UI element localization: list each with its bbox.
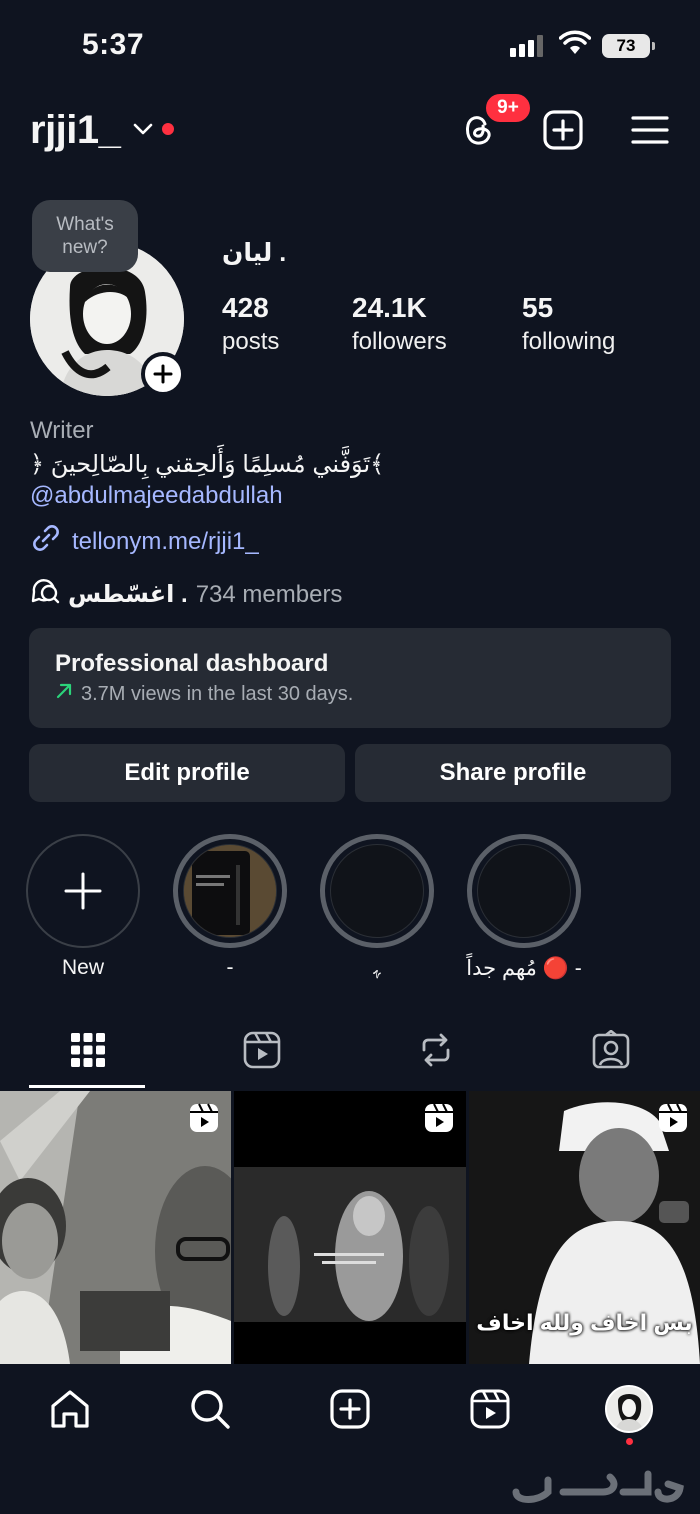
nav-reels-icon[interactable] <box>468 1387 512 1431</box>
tab-reels[interactable] <box>240 1028 284 1072</box>
reel-indicator-icon <box>189 1103 219 1138</box>
add-story-icon[interactable] <box>141 352 185 396</box>
status-time: 5:37 <box>82 28 145 61</box>
tab-tagged[interactable] <box>589 1028 633 1072</box>
active-tab-indicator <box>29 1085 145 1088</box>
link-icon <box>30 522 62 561</box>
trend-up-icon <box>55 682 73 706</box>
highlight-item[interactable] <box>320 834 434 948</box>
dashboard-subtitle: 3.7M views in the last 30 days. <box>81 682 354 705</box>
profile-link[interactable]: tellonym.me/rjji1_ <box>30 522 259 561</box>
account-username[interactable]: rjji1_ <box>30 108 121 153</box>
profile-category: Writer <box>30 417 94 444</box>
notes-prompt-bubble[interactable]: What's new? <box>32 200 138 272</box>
notification-badge: 9+ <box>484 92 532 124</box>
bio-mention-link[interactable]: @abdulmajeedabdullah <box>30 482 283 510</box>
channel-name: اغسّطس . <box>68 581 188 608</box>
share-profile-button[interactable]: Share profile <box>355 744 671 802</box>
battery-indicator: 73 <box>602 34 655 58</box>
nav-profile-notification-dot <box>626 1438 633 1445</box>
cellular-signal-icon <box>510 35 548 57</box>
professional-dashboard-card[interactable]: Professional dashboard 3.7M views in the… <box>29 628 671 728</box>
haraj-watermark-logo <box>508 1462 688 1508</box>
tab-posts-grid[interactable] <box>66 1028 110 1072</box>
stat-following-value: 55 <box>522 292 554 323</box>
nav-create-icon[interactable] <box>328 1387 372 1431</box>
highlight-label: - <box>226 956 234 979</box>
profile-link-text: tellonym.me/rjji1_ <box>72 527 259 555</box>
wifi-icon <box>558 30 592 61</box>
highlight-item[interactable] <box>467 834 581 948</box>
stat-following[interactable]: 55 following <box>522 292 615 356</box>
reel-indicator-icon <box>424 1103 454 1138</box>
new-highlight-button[interactable] <box>26 834 140 948</box>
broadcast-channel[interactable]: اغسّطس . 734 members <box>30 577 342 612</box>
profile-bio: ﴿ تَوَفَّني مُسلِمًا وَأَلحِقني بِالصّال… <box>30 451 385 478</box>
stat-following-label: following <box>522 328 616 355</box>
stat-posts-value: 428 <box>222 292 269 323</box>
highlight-label-new: New <box>61 956 104 979</box>
nav-search-icon[interactable] <box>188 1387 232 1431</box>
reels-icon <box>243 1031 281 1069</box>
profile-display-name: ليان . <box>222 239 287 267</box>
tagged-icon <box>592 1030 630 1069</box>
post-caption: بس اخاف ولله اخاف <box>476 1310 693 1335</box>
repost-icon <box>422 1033 450 1067</box>
stat-posts-label: posts <box>222 328 280 355</box>
grid-post-2[interactable] <box>234 1091 466 1364</box>
grid-post-1[interactable] <box>0 1091 231 1364</box>
highlight-item[interactable] <box>173 834 287 948</box>
grid-icon <box>71 1033 105 1067</box>
plus-icon <box>64 872 102 910</box>
chevron-down-icon[interactable] <box>132 118 154 145</box>
nav-home-icon[interactable] <box>48 1387 92 1431</box>
account-notification-dot <box>162 123 174 135</box>
channel-members: 734 members <box>195 580 343 608</box>
highlight-label: ﮩ <box>373 956 381 979</box>
edit-profile-button[interactable]: Edit profile <box>29 744 345 802</box>
reel-indicator-icon <box>658 1103 688 1138</box>
stat-followers[interactable]: 24.1K followers <box>352 292 447 356</box>
stat-followers-label: followers <box>352 328 447 355</box>
highlight-label: مُهم جداً 🔴 - <box>466 957 582 980</box>
create-post-icon[interactable] <box>541 108 585 152</box>
nav-profile-avatar[interactable] <box>605 1385 653 1433</box>
dashboard-title: Professional dashboard <box>55 650 329 677</box>
stat-posts[interactable]: 428 posts <box>222 292 279 356</box>
channel-icon <box>30 577 60 612</box>
tab-reposts[interactable] <box>414 1028 458 1072</box>
stat-followers-value: 24.1K <box>352 292 427 323</box>
grid-post-3[interactable]: بس اخاف ولله اخاف <box>469 1091 700 1364</box>
menu-icon[interactable] <box>628 108 672 152</box>
